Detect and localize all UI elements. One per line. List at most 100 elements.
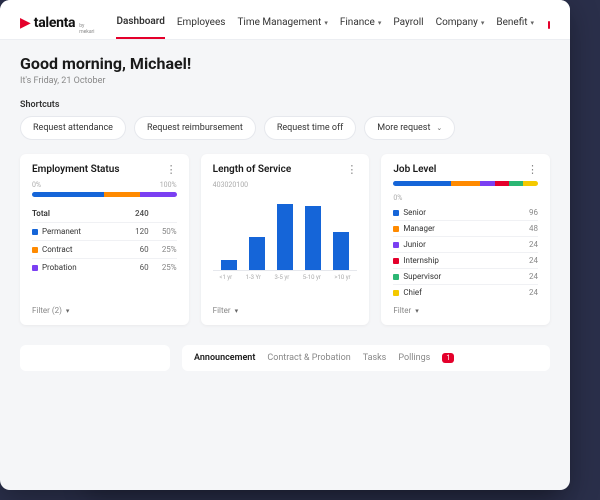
row-count: 24 xyxy=(529,256,538,265)
row-count: 60 xyxy=(121,245,149,254)
row-count: 24 xyxy=(529,240,538,249)
chart-bar xyxy=(277,204,293,270)
bar-segment xyxy=(104,192,140,197)
color-swatch-icon xyxy=(32,229,38,235)
color-swatch-icon xyxy=(393,210,399,216)
nav-label: Company xyxy=(436,17,478,28)
card-employment-status: Employment Status ⋮ 0% 100% Total 240 xyxy=(20,154,189,325)
chart-bar xyxy=(305,206,321,270)
card-filter[interactable]: Filter ▾ xyxy=(213,300,358,315)
topbar: ▶ talenta by mekari Dashboard Employees … xyxy=(0,0,570,40)
bar-segment xyxy=(495,181,509,186)
x-label: >10 yr xyxy=(334,274,350,281)
table-row: Contract 60 25% xyxy=(32,240,177,258)
card-menu-icon[interactable]: ⋮ xyxy=(346,164,357,175)
bottom-card-left xyxy=(20,345,170,371)
nav-label: Finance xyxy=(340,17,375,28)
bar-segment xyxy=(509,181,523,186)
chevron-down-icon: ▾ xyxy=(481,19,485,27)
tab-contract-probation[interactable]: Contract & Probation xyxy=(267,353,350,363)
color-swatch-icon xyxy=(393,258,399,264)
bar-segment xyxy=(480,181,494,186)
row-label: Probation xyxy=(42,263,77,272)
row-count: 60 xyxy=(121,263,149,272)
table-row: Internship 24 xyxy=(393,252,538,268)
row-label: Manager xyxy=(403,224,435,233)
pct-left: 0% xyxy=(32,181,41,189)
pct-left: 0% xyxy=(393,194,402,202)
shortcut-label: More request xyxy=(377,123,430,133)
shortcut-request-attendance[interactable]: Request attendance xyxy=(20,116,126,140)
card-filter[interactable]: Filter (2) ▾ xyxy=(32,300,177,315)
card-title: Employment Status xyxy=(32,164,120,175)
row-count: 24 xyxy=(529,272,538,281)
card-filter[interactable]: Filter ▾ xyxy=(393,300,538,315)
color-swatch-icon xyxy=(32,265,38,271)
color-swatch-icon xyxy=(32,247,38,253)
row-pct: 25% xyxy=(149,245,177,254)
nav-payroll[interactable]: Payroll xyxy=(393,10,423,39)
greeting-title: Good morning, Michael! xyxy=(20,54,550,73)
bar-segment xyxy=(393,181,451,186)
chevron-down-icon: ▾ xyxy=(235,307,239,315)
x-label: 3-5 yr xyxy=(275,274,290,281)
chevron-down-icon: ▾ xyxy=(531,19,535,27)
logo-subtext: by mekari xyxy=(79,23,94,35)
chevron-down-icon: ▾ xyxy=(66,307,70,315)
shortcuts-row: Request attendance Request reimbursement… xyxy=(20,116,550,140)
table-row: Senior96 xyxy=(393,205,538,220)
cards-row: Employment Status ⋮ 0% 100% Total 240 xyxy=(20,154,550,325)
nav-company[interactable]: Company ▾ xyxy=(436,10,485,39)
row-label: Junior xyxy=(403,240,425,249)
bar-segment xyxy=(32,192,104,197)
nav-benefit[interactable]: Benefit ▾ xyxy=(496,10,534,39)
nav-dashboard[interactable]: Dashboard xyxy=(116,10,164,39)
card-title: Length of Service xyxy=(213,164,292,175)
color-swatch-icon xyxy=(393,290,399,296)
chevron-down-icon: ⌄ xyxy=(436,124,442,132)
bottom-card-tabs: Announcement Contract & Probation Tasks … xyxy=(182,345,550,371)
shortcuts-label: Shortcuts xyxy=(20,100,550,110)
filter-label: Filter xyxy=(393,306,411,315)
row-label: Supervisor xyxy=(403,272,441,281)
nav-time-management[interactable]: Time Management ▾ xyxy=(237,10,327,39)
employment-bar xyxy=(32,192,177,197)
total-label: Total xyxy=(32,209,121,218)
filter-label: Filter xyxy=(213,306,231,315)
chevron-down-icon: ▾ xyxy=(378,19,382,27)
greeting: Good morning, Michael! It's Friday, 21 O… xyxy=(20,54,550,86)
nav-label: Time Management xyxy=(237,17,321,28)
notification-badge-icon[interactable] xyxy=(548,21,550,29)
card-menu-icon[interactable]: ⋮ xyxy=(166,164,177,175)
total-value: 240 xyxy=(121,209,149,218)
employment-table: Total 240 Permanent 120 50% Contract 60 … xyxy=(32,205,177,276)
shortcut-request-timeoff[interactable]: Request time off xyxy=(264,116,356,140)
row-label: Contract xyxy=(42,245,73,254)
nav-employees[interactable]: Employees xyxy=(177,10,226,39)
shortcut-more-request[interactable]: More request ⌄ xyxy=(364,116,455,140)
card-length-of-service: Length of Service ⋮ 403020100 <1 yr 1-3 … xyxy=(201,154,370,325)
tab-announcement[interactable]: Announcement xyxy=(194,353,255,363)
greeting-date: It's Friday, 21 October xyxy=(20,76,550,86)
tab-tasks[interactable]: Tasks xyxy=(363,353,387,363)
main-nav: Dashboard Employees Time Management ▾ Fi… xyxy=(116,10,534,39)
bar-segment xyxy=(523,181,537,186)
x-label: 5-10 yr xyxy=(303,274,321,281)
logo: ▶ talenta by mekari xyxy=(20,15,94,35)
x-label: 1-3 Yr xyxy=(246,274,261,281)
row-label: Permanent xyxy=(42,227,81,236)
color-swatch-icon xyxy=(393,274,399,280)
chevron-down-icon: ▾ xyxy=(415,307,419,315)
table-row: Junior 24 xyxy=(393,236,538,252)
row-label: Internship xyxy=(403,256,439,265)
row-count: 120 xyxy=(121,227,149,236)
content: Good morning, Michael! It's Friday, 21 O… xyxy=(0,40,570,490)
tab-pollings[interactable]: Pollings xyxy=(398,353,430,363)
color-swatch-icon xyxy=(393,226,399,232)
row-count: 96 xyxy=(529,208,538,217)
shortcut-request-reimbursement[interactable]: Request reimbursement xyxy=(134,116,256,140)
logo-mark-icon: ▶ xyxy=(20,15,31,31)
table-row: Probation 60 25% xyxy=(32,258,177,276)
nav-finance[interactable]: Finance ▾ xyxy=(340,10,382,39)
card-menu-icon[interactable]: ⋮ xyxy=(527,164,538,175)
